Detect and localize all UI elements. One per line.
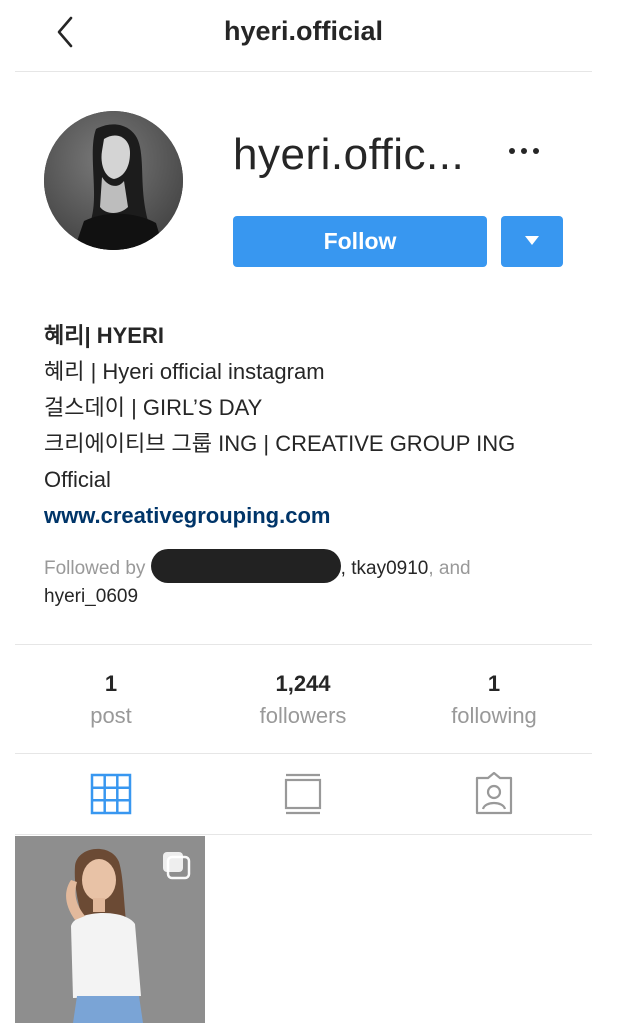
avatar[interactable] [44, 111, 183, 250]
followed-by-joiner: , and [428, 558, 471, 580]
bio-website-link[interactable]: www.creativegrouping.com [44, 498, 584, 534]
stat-value: 1 [104, 671, 118, 696]
stat-following[interactable]: 1 following [404, 668, 584, 732]
more-options-icon[interactable] [506, 133, 542, 169]
follower-username[interactable]: hyeri_0609 [44, 586, 138, 607]
page-title: hyeri.official [223, 16, 384, 46]
bio-line: 걸스데이 | GIRL’S DAY [44, 395, 263, 420]
top-navigation-bar: hyeri.official [15, 0, 592, 72]
follower-username[interactable]: tkay0910 [351, 558, 428, 579]
stat-label: post [90, 703, 132, 728]
tab-grid[interactable] [89, 772, 133, 816]
profile-photo [44, 111, 183, 250]
caret-down-icon [525, 236, 539, 245]
grid-icon [90, 773, 132, 815]
divider [15, 644, 592, 645]
stat-label: following [451, 703, 537, 728]
divider [15, 834, 592, 835]
suggested-dropdown-button[interactable] [501, 216, 563, 267]
stat-value: 1,244 [275, 671, 331, 696]
bio-line: 크리에이티브 그룹 ING | CREATIVE GROUP ING [44, 431, 516, 456]
bio-line: 혜리 | Hyeri official instagram [44, 359, 325, 384]
followed-by-text[interactable]: Followed by , tkay0910, and hyeri_0609 [44, 549, 584, 610]
stat-value: 1 [487, 671, 501, 696]
profile-username: hyeri.offic... [233, 130, 465, 179]
redacted-username [150, 549, 341, 583]
stat-followers[interactable]: 1,244 followers [213, 668, 393, 732]
stat-label: followers [259, 703, 347, 728]
post-thumbnail[interactable] [15, 836, 205, 1023]
bio-display-name: 혜리| HYERI [44, 323, 164, 348]
multiple-photos-icon [163, 852, 191, 880]
followed-by-prefix: Followed by [44, 558, 146, 580]
follow-button[interactable]: Follow [233, 216, 487, 267]
feed-icon [284, 773, 322, 815]
divider [15, 753, 592, 754]
stat-posts[interactable]: 1 post [21, 668, 201, 732]
tab-tagged[interactable] [472, 771, 516, 816]
tab-feed[interactable] [281, 772, 325, 816]
tagged-icon [475, 771, 513, 815]
bio-line: Official [44, 467, 111, 492]
profile-bio: 혜리| HYERI 혜리 | Hyeri official instagram … [44, 318, 584, 534]
